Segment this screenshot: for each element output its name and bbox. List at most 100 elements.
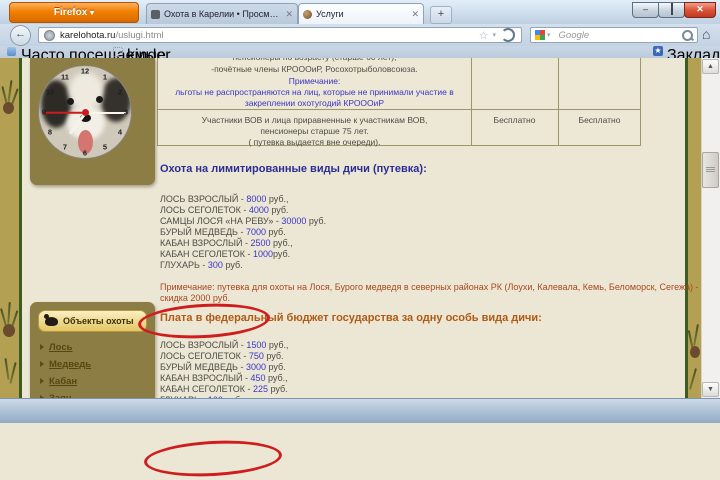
clock-number: 10: [46, 88, 54, 97]
search-icon[interactable]: [682, 30, 693, 41]
table-cell-text: Участники ВОВ и лица приравненные к учас…: [158, 115, 471, 125]
price-row: ЛОСЬ СЕГОЛЕТОК - 750 руб.: [160, 351, 289, 362]
hunting-menu-box: Объекты охоты Лось Медведь Кабан Заяц: [30, 302, 155, 398]
table-cell-text: ( путевка выдается вне очереди).: [158, 137, 471, 147]
new-tab-button[interactable]: +: [430, 6, 452, 24]
table-column-border: [471, 58, 472, 145]
table-column-border: [558, 58, 559, 145]
clock-second-hand: [42, 112, 86, 114]
price-row: КАБАН ВЗРОСЛЫЙ - 2500 руб.,: [160, 238, 326, 249]
kinder-bookmark-icon: [113, 47, 123, 57]
price-row: КАБАН СЕГОЛЕТОК - 1000руб.: [160, 249, 326, 260]
clock-number: 6: [83, 149, 87, 158]
sidebar-item-medved[interactable]: Медведь: [40, 357, 91, 371]
price-row: ЛОСЬ СЕГОЛЕТОК - 4000 руб.: [160, 205, 326, 216]
menu-header-button[interactable]: Объекты охоты: [38, 310, 147, 332]
search-engine-dropdown-icon[interactable]: ▾: [547, 31, 551, 39]
bird-decoration: [3, 102, 14, 114]
clock-center-dot: [82, 109, 89, 116]
home-button[interactable]: ⌂: [702, 26, 710, 42]
reload-icon[interactable]: [501, 28, 515, 42]
back-button[interactable]: ←: [10, 25, 31, 46]
url-dropdown-icon[interactable]: ▾: [492, 31, 496, 39]
page-border-left: [19, 58, 22, 398]
grass-decoration: [4, 358, 9, 380]
clock-number: 11: [61, 73, 69, 82]
discount-table: пенсионеры по возрасту (старше 60 лет); …: [157, 58, 641, 146]
price-row: САМЦЫ ЛОСЯ «НА РЕВУ» - 30000 руб.: [160, 216, 326, 227]
clock-number: 9: [42, 108, 46, 117]
tab-title: Охота в Карелии • Просмотр темы ...: [164, 9, 282, 19]
bookmarks-star-icon: ★: [653, 46, 663, 56]
price-row: БУРЫЙ МЕДВЕДЬ - 7000 руб.: [160, 227, 326, 238]
grass-decoration: [9, 362, 16, 384]
table-row-border: [158, 109, 640, 110]
forum-favicon-icon: [151, 10, 160, 19]
grass-decoration: [693, 324, 699, 346]
sidebar-item-los[interactable]: Лось: [40, 340, 72, 354]
window-close-button[interactable]: ✕: [684, 2, 716, 18]
bookmark-star-icon[interactable]: ☆: [479, 29, 489, 42]
scrollbar[interactable]: [701, 58, 720, 398]
price-row: ЛОСЬ ВЗРОСЛЫЙ - 1500 руб.,: [160, 340, 289, 351]
chevron-down-icon: ▾: [90, 8, 94, 17]
note-line: скидка 2000 руб.: [160, 293, 640, 304]
dog-eye: [67, 98, 74, 105]
sidebar-link-label: Кабан: [49, 376, 77, 387]
bullet-triangle-icon: [40, 344, 44, 350]
search-input[interactable]: ▾ Google: [530, 27, 698, 43]
price-row: БУРЫЙ МЕДВЕДЬ - 3000 руб.: [160, 362, 289, 373]
clock-number: 3: [124, 108, 128, 117]
sidebar-item-kaban[interactable]: Кабан: [40, 374, 77, 388]
tab-title: Услуги: [316, 9, 408, 19]
table-note-text: льготы не распространяются на лиц, котор…: [158, 87, 471, 97]
price-row: КАБАН СЕГОЛЕТОК - 225 руб.: [160, 384, 289, 395]
firefox-menu-button[interactable]: Firefox ▾: [9, 2, 139, 23]
table-note-title: Примечание:: [158, 76, 471, 86]
search-placeholder: Google: [559, 30, 682, 41]
site-favicon-icon: [303, 10, 312, 19]
sidebar-link-label: Медведь: [49, 359, 91, 370]
scroll-down-icon[interactable]: ▼: [702, 382, 719, 397]
windows-taskbar: [0, 398, 720, 423]
sidebar-item-zayats[interactable]: Заяц: [40, 391, 72, 398]
clock-number: 12: [81, 67, 89, 76]
scrollbar-thumb[interactable]: [702, 152, 719, 188]
clock-minute-hand: [86, 112, 126, 114]
tab-forum[interactable]: Охота в Карелии • Просмотр темы ... ✕: [146, 3, 298, 24]
browser-titlebar: Firefox ▾ Охота в Карелии • Просмотр тем…: [0, 0, 720, 25]
url-bar[interactable]: karelohota.ru /uslugi.html ☆ ▾: [38, 27, 522, 43]
firefox-menu-label: Firefox: [54, 7, 87, 18]
bear-icon: [45, 317, 58, 326]
price-list-federal: ЛОСЬ ВЗРОСЛЫЙ - 1500 руб., ЛОСЬ СЕГОЛЕТО…: [160, 340, 289, 398]
tab-uslugi-active[interactable]: Услуги ✕: [298, 3, 424, 24]
close-tab-icon[interactable]: ✕: [411, 9, 419, 20]
price-row: ЛОСЬ ВЗРОСЛЫЙ - 8000 руб.,: [160, 194, 326, 205]
bullet-triangle-icon: [40, 361, 44, 367]
window-restore-button[interactable]: [658, 2, 685, 18]
dog-clock: [38, 65, 132, 159]
url-path: /uslugi.html: [115, 30, 476, 41]
section-heading-limited-game: Охота на лимитированные виды дичи (путев…: [160, 163, 427, 175]
clock-widget-box: 1 2 3 4 5 6 7 8 9 10 11 12: [30, 58, 155, 185]
table-cell-text: -почётные члены КРОООиР, Росохотрыболовс…: [158, 64, 471, 74]
clock-number: 4: [118, 128, 122, 137]
close-tab-icon[interactable]: ✕: [285, 9, 293, 20]
dog-forehead: [69, 72, 103, 110]
annotation-circle-glukhar-100: [143, 437, 283, 479]
note-line: Примечание: путевка для охоты на Лося, Б…: [160, 282, 640, 293]
left-background-strip: [0, 58, 19, 398]
window-minimize-button[interactable]: –: [632, 2, 659, 18]
clock-number: 1: [103, 73, 107, 82]
menu-header-label: Объекты охоты: [63, 316, 134, 326]
table-cell-text: пенсионеры по возрасту (старше 60 лет);: [158, 58, 471, 62]
clock-number: 8: [48, 128, 52, 137]
clock-number: 5: [103, 143, 107, 152]
scroll-up-icon[interactable]: ▲: [702, 59, 719, 74]
right-background-strip: [688, 58, 701, 398]
table-cell-free: Бесплатно: [471, 115, 558, 125]
clock-number: 2: [118, 88, 122, 97]
bird-decoration: [3, 324, 15, 337]
frequent-sites-icon: [7, 47, 16, 56]
table-cell-free: Бесплатно: [558, 115, 641, 125]
